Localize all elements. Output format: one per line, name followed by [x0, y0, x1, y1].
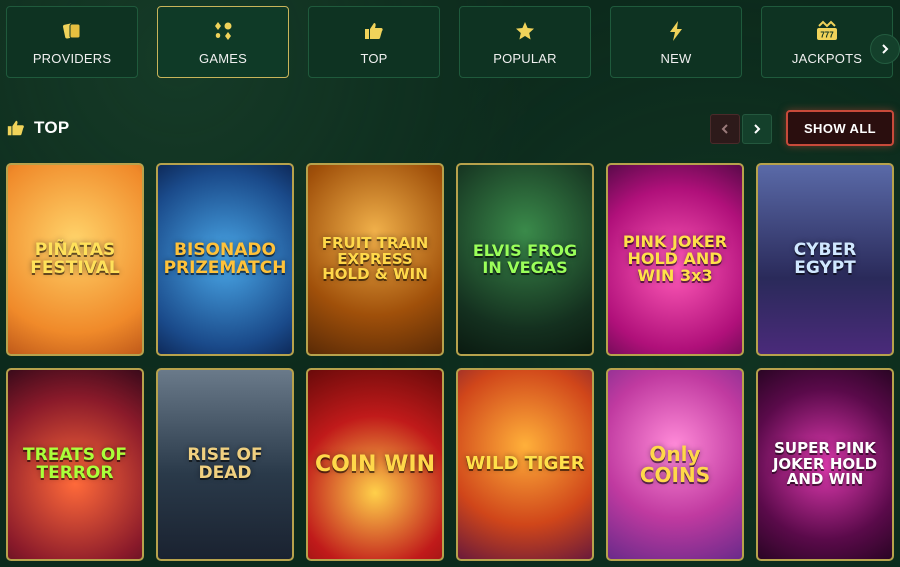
- slot-777-icon: 777: [815, 19, 839, 43]
- thumbs-up-icon: [7, 120, 24, 136]
- game-title: ELVIS FROG IN VEGAS: [472, 240, 578, 277]
- category-label: TOP: [360, 50, 388, 66]
- game-tile[interactable]: TREATS OF TERROR: [6, 368, 144, 561]
- game-title: FRUIT TRAIN EXPRESS HOLD & WIN: [321, 233, 429, 284]
- category-label: POPULAR: [493, 50, 557, 66]
- suits-icon: [212, 19, 234, 43]
- category-label: PROVIDERS: [32, 50, 112, 66]
- game-title: PIÑATAS FESTIVAL: [30, 239, 120, 278]
- game-title: RISE OF DEAD: [187, 444, 263, 483]
- category-new[interactable]: NEW: [610, 6, 742, 78]
- section-title-label: TOP: [34, 118, 70, 137]
- category-games[interactable]: GAMES: [157, 6, 289, 78]
- game-tile[interactable]: SUPER PINK JOKER HOLD AND WIN: [756, 368, 894, 561]
- game-title: BISONADO PRIZEMATCH: [163, 239, 287, 278]
- chevron-left-icon: [721, 124, 728, 134]
- category-popular[interactable]: POPULAR: [459, 6, 591, 78]
- carousel-next-button[interactable]: [742, 114, 772, 144]
- game-tile[interactable]: WILD TIGER: [456, 368, 594, 561]
- star-icon: [514, 19, 536, 43]
- game-tile[interactable]: COIN WIN: [306, 368, 444, 561]
- svg-text:777: 777: [820, 30, 834, 39]
- cards-icon: [61, 19, 83, 43]
- section-title: TOP: [6, 118, 70, 138]
- game-tile[interactable]: Only COINS: [606, 368, 744, 561]
- game-tile[interactable]: PIÑATAS FESTIVAL: [6, 163, 144, 356]
- category-label: GAMES: [199, 50, 247, 66]
- category-providers[interactable]: PROVIDERS: [6, 6, 138, 78]
- game-title: TREATS OF TERROR: [23, 444, 127, 483]
- thumbs-up-icon: [363, 19, 385, 43]
- category-label: JACKPOTS: [791, 50, 863, 66]
- game-tile[interactable]: FRUIT TRAIN EXPRESS HOLD & WIN: [306, 163, 444, 356]
- section-header: TOP SHOW ALL: [6, 110, 896, 146]
- game-tile[interactable]: RISE OF DEAD: [156, 368, 294, 561]
- carousel-prev-button[interactable]: [710, 114, 740, 144]
- game-tile[interactable]: PINK JOKER HOLD AND WIN 3x3: [606, 163, 744, 356]
- chevron-right-icon: [754, 124, 761, 134]
- category-top[interactable]: TOP: [308, 6, 440, 78]
- game-tile[interactable]: ELVIS FROG IN VEGAS: [456, 163, 594, 356]
- lightning-icon: [665, 19, 687, 43]
- game-title: WILD TIGER: [465, 453, 585, 475]
- game-title: CYBER EGYPT: [793, 239, 857, 278]
- game-tile[interactable]: CYBER EGYPT: [756, 163, 894, 356]
- show-all-button[interactable]: SHOW ALL: [786, 110, 894, 146]
- game-title: PINK JOKER HOLD AND WIN 3x3: [622, 232, 728, 285]
- game-tile[interactable]: BISONADO PRIZEMATCH: [156, 163, 294, 356]
- game-title: SUPER PINK JOKER HOLD AND WIN: [772, 438, 878, 489]
- game-title: Only COINS: [639, 441, 711, 487]
- game-title: COIN WIN: [315, 451, 435, 477]
- category-scroll-next-button[interactable]: [870, 34, 900, 64]
- chevron-right-icon: [882, 44, 889, 54]
- category-bar: PROVIDERS GAMES TOP POPULAR NEW 777 JACK…: [6, 6, 900, 80]
- category-label: NEW: [660, 50, 692, 66]
